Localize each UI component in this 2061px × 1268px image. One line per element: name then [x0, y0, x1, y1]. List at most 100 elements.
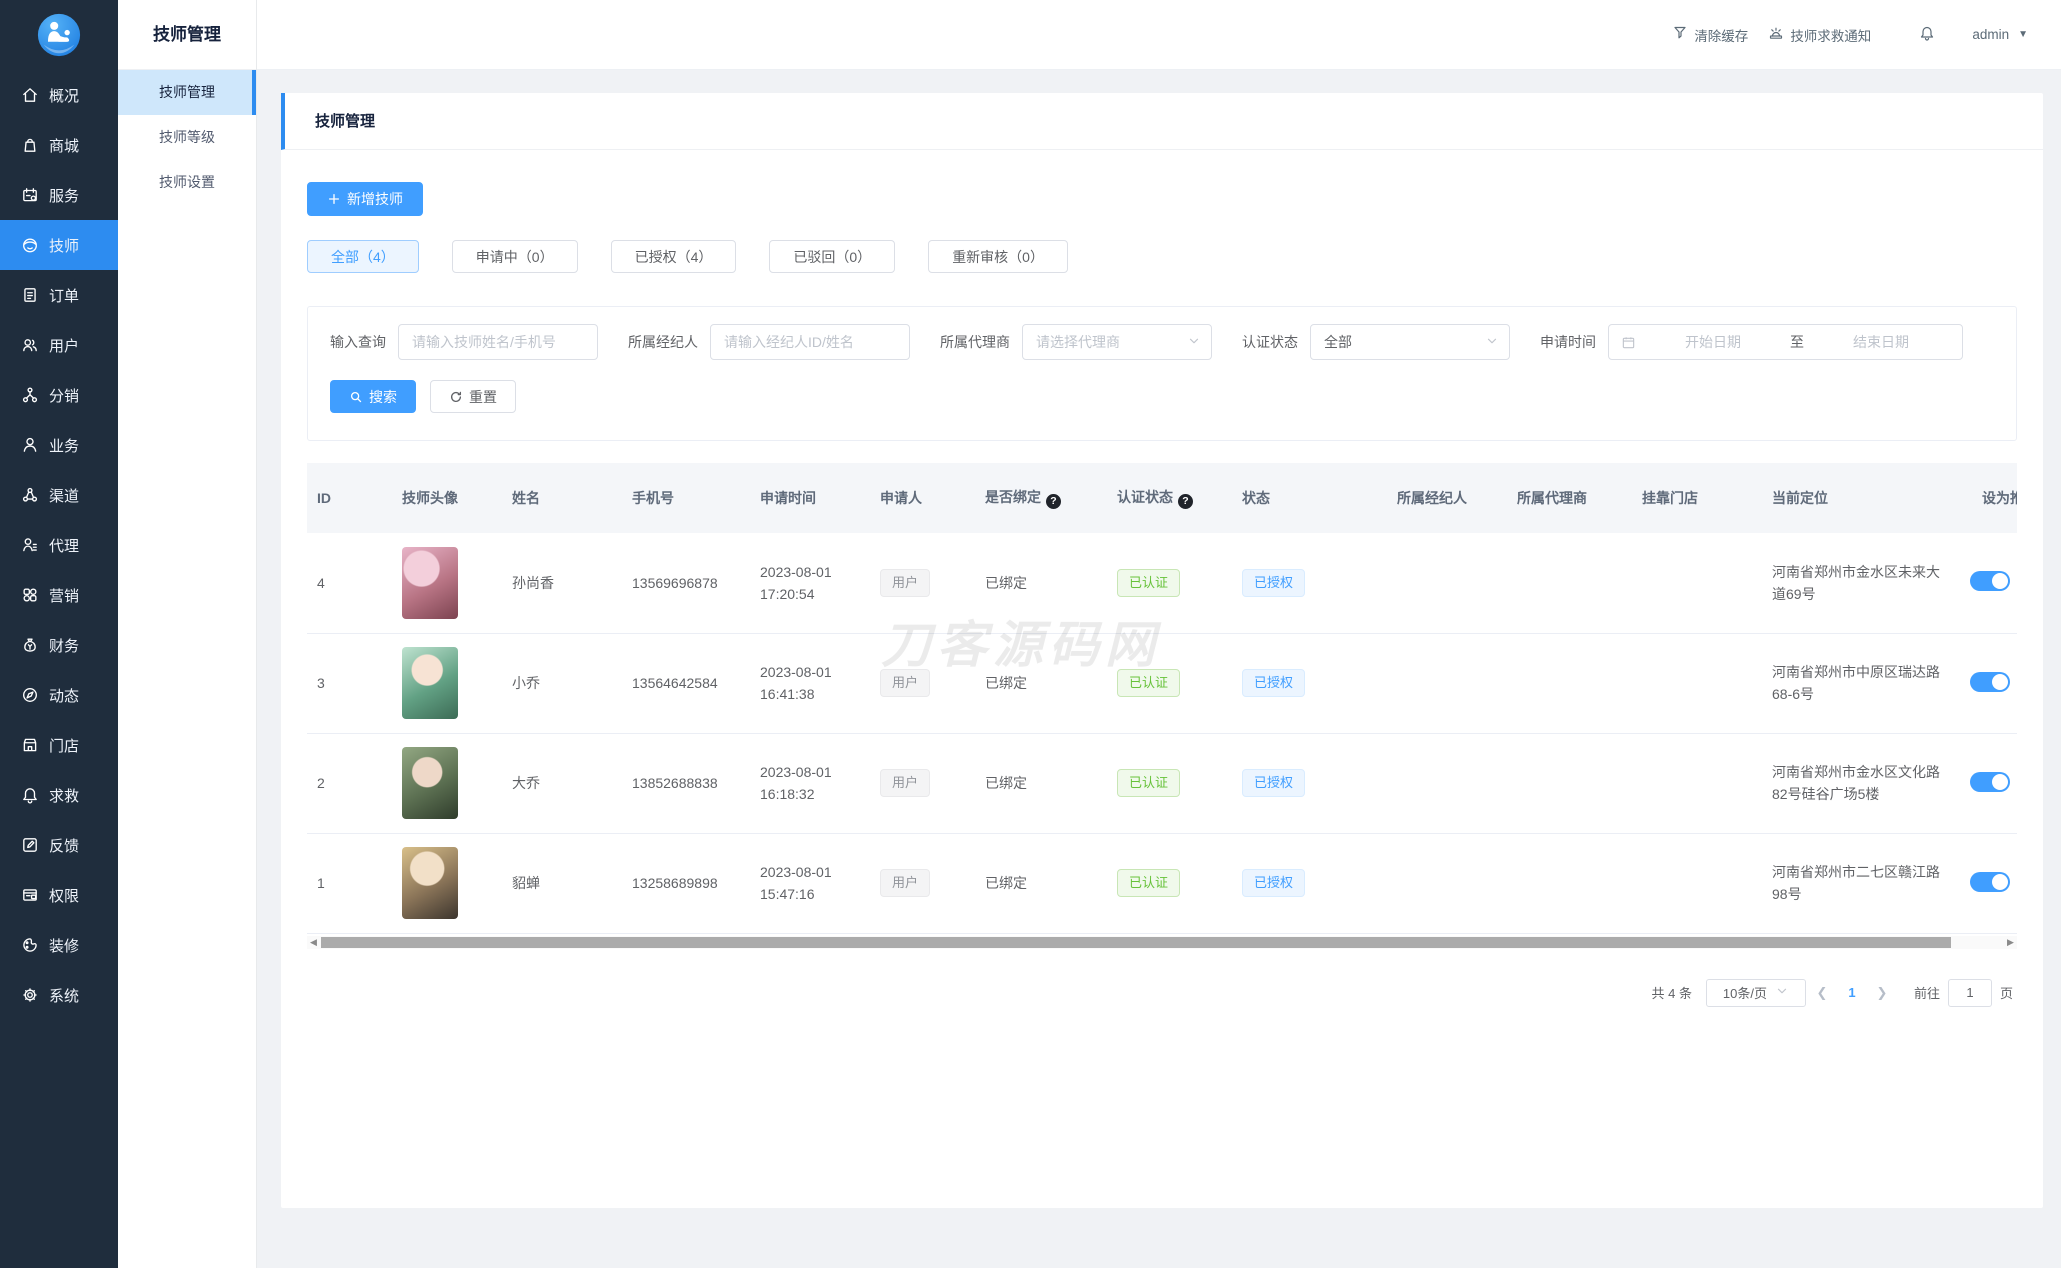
recommend-toggle[interactable]	[1970, 771, 2010, 792]
submenu-item-technician-manage[interactable]: 技师管理	[118, 70, 256, 115]
agent-icon	[21, 536, 39, 554]
home-icon	[21, 86, 39, 104]
apply-time-range-picker[interactable]: 开始日期 至 结束日期	[1608, 324, 1963, 360]
page-size-select[interactable]: 10条/页	[1705, 978, 1806, 1007]
sidebar-item-label: 系统	[49, 987, 80, 1005]
reset-button[interactable]: 重置	[430, 380, 516, 413]
sidebar-item-order[interactable]: 订单	[0, 270, 118, 320]
sidebar-item-permission[interactable]: 权限	[0, 870, 118, 920]
sidebar-item-overview[interactable]: 概况	[0, 70, 118, 120]
app-logo[interactable]	[0, 0, 118, 70]
sidebar-item-label: 服务	[49, 187, 80, 205]
cert-badge: 已认证	[1117, 869, 1181, 897]
help-icon[interactable]: ?	[1046, 493, 1061, 509]
keyword-label: 输入查询	[330, 334, 386, 350]
cert-status-select[interactable]: 全部	[1310, 324, 1510, 360]
technician-avatar[interactable]	[402, 546, 458, 619]
sidebar-item-label: 商城	[49, 137, 80, 155]
sidebar-item-distribution[interactable]: 分销	[0, 370, 118, 420]
feedback-icon	[21, 836, 39, 854]
technician-avatar[interactable]	[402, 647, 458, 719]
agent-input[interactable]	[710, 324, 910, 360]
current-page[interactable]: 1	[1838, 985, 1866, 1000]
horizontal-scrollbar[interactable]: ◀ ▶	[307, 935, 2017, 949]
help-icon[interactable]: ?	[1178, 493, 1193, 509]
sidebar-item-label: 动态	[49, 687, 80, 705]
sidebar-item-label: 权限	[49, 887, 80, 905]
tab-all[interactable]: 全部（4）	[307, 240, 419, 273]
submenu-item-technician-level[interactable]: 技师等级	[118, 115, 256, 160]
recommend-toggle[interactable]	[1970, 671, 2010, 692]
sidebar-item-label: 求救	[49, 787, 80, 805]
applicant-badge: 用户	[880, 869, 931, 897]
secondary-sidebar: 技师管理 技师管理 技师等级 技师设置	[118, 0, 257, 1268]
sidebar-nav: 概况 商城 服务 技师 订单 用户 分销 业务 渠道 代理 营销 财务 动态 门…	[0, 70, 118, 1020]
sidebar-item-users[interactable]: 用户	[0, 320, 118, 370]
sidebar-item-channel[interactable]: 渠道	[0, 470, 118, 520]
sidebar-item-label: 渠道	[49, 487, 80, 505]
sidebar-item-label: 订单	[49, 287, 80, 305]
marketing-icon	[21, 586, 39, 604]
tab-reaudit[interactable]: 重新审核（0）	[928, 240, 1068, 273]
agent-label: 所属经纪人	[628, 334, 698, 350]
scrollbar-thumb[interactable]	[321, 936, 1951, 948]
technician-avatar[interactable]	[402, 847, 458, 919]
sidebar-item-agent[interactable]: 代理	[0, 520, 118, 570]
tab-applying[interactable]: 申请中（0）	[451, 240, 578, 273]
scroll-left-arrow[interactable]: ◀	[307, 935, 320, 949]
chevron-down-icon	[1187, 334, 1201, 351]
clear-cache-button[interactable]: 清除缓存	[1672, 25, 1748, 45]
tab-authorized[interactable]: 已授权（4）	[610, 240, 737, 273]
search-button[interactable]: 搜索	[330, 380, 416, 413]
sidebar-item-service[interactable]: 服务	[0, 170, 118, 220]
add-technician-button[interactable]: 新增技师	[307, 182, 423, 216]
calendar-icon	[1622, 336, 1635, 348]
caret-down-icon: ▼	[2018, 29, 2028, 40]
sidebar-item-finance[interactable]: 财务	[0, 620, 118, 670]
sidebar-item-dynamics[interactable]: 动态	[0, 670, 118, 720]
notification-bell-button[interactable]	[1919, 25, 1935, 44]
sidebar-item-mall[interactable]: 商城	[0, 120, 118, 170]
distribution-icon	[21, 386, 39, 404]
table-row: 2 大乔 13852688838 2023-08-01 16:18:32 用户 已…	[307, 733, 2017, 834]
keyword-input[interactable]	[398, 324, 598, 360]
sidebar-item-feedback[interactable]: 反馈	[0, 820, 118, 870]
chevron-down-icon	[1485, 334, 1499, 351]
sidebar-item-label: 业务	[49, 437, 80, 455]
recommend-toggle[interactable]	[1970, 571, 2010, 592]
sidebar-item-business[interactable]: 业务	[0, 420, 118, 470]
recommend-toggle[interactable]	[1970, 871, 2010, 892]
sidebar-item-label: 财务	[49, 637, 80, 655]
technician-card: 技师管理 新增技师 全部（4） 申请中（0） 已授权（4） 已驳回（0） 重新审…	[281, 93, 2043, 1208]
prev-page-button[interactable]: ❮	[1806, 985, 1838, 1001]
sidebar-item-label: 反馈	[49, 837, 80, 855]
applicant-badge: 用户	[880, 769, 931, 797]
table-row: 4 孙尚香 13569696878 2023-08-01 17:20:54 用户 …	[307, 533, 2017, 634]
sidebar-item-system[interactable]: 系统	[0, 970, 118, 1020]
cert-badge: 已认证	[1117, 568, 1181, 597]
sidebar-item-decorate[interactable]: 装修	[0, 920, 118, 970]
sidebar-item-label: 代理	[49, 537, 80, 555]
sidebar-item-store[interactable]: 门店	[0, 720, 118, 770]
dealer-select[interactable]: 请选择代理商	[1022, 324, 1212, 360]
cert-status-label: 认证状态	[1242, 334, 1298, 350]
applicant-badge: 用户	[880, 568, 931, 597]
sidebar-item-technician[interactable]: 技师	[0, 220, 118, 270]
goto-page-input[interactable]	[1947, 978, 1992, 1007]
submenu-item-technician-setting[interactable]: 技师设置	[118, 160, 256, 205]
scroll-right-arrow[interactable]: ▶	[2004, 935, 2017, 949]
status-badge: 已授权	[1242, 669, 1306, 697]
tab-rejected[interactable]: 已驳回（0）	[769, 240, 896, 273]
sidebar-item-label: 装修	[49, 937, 80, 955]
table-row: 3 小乔 13564642584 2023-08-01 16:41:38 用户 已…	[307, 633, 2017, 734]
dynamics-icon	[21, 686, 39, 704]
gear-icon	[21, 986, 39, 1004]
next-page-button[interactable]: ❯	[1866, 985, 1898, 1001]
sidebar-item-sos[interactable]: 求救	[0, 770, 118, 820]
sos-notice-button[interactable]: 技师求救通知	[1768, 25, 1871, 45]
technician-avatar[interactable]	[402, 747, 458, 819]
plus-icon	[328, 193, 340, 205]
sidebar-item-marketing[interactable]: 营销	[0, 570, 118, 620]
user-menu[interactable]: admin ▼	[1972, 27, 2028, 42]
bell-icon	[1919, 25, 1935, 44]
